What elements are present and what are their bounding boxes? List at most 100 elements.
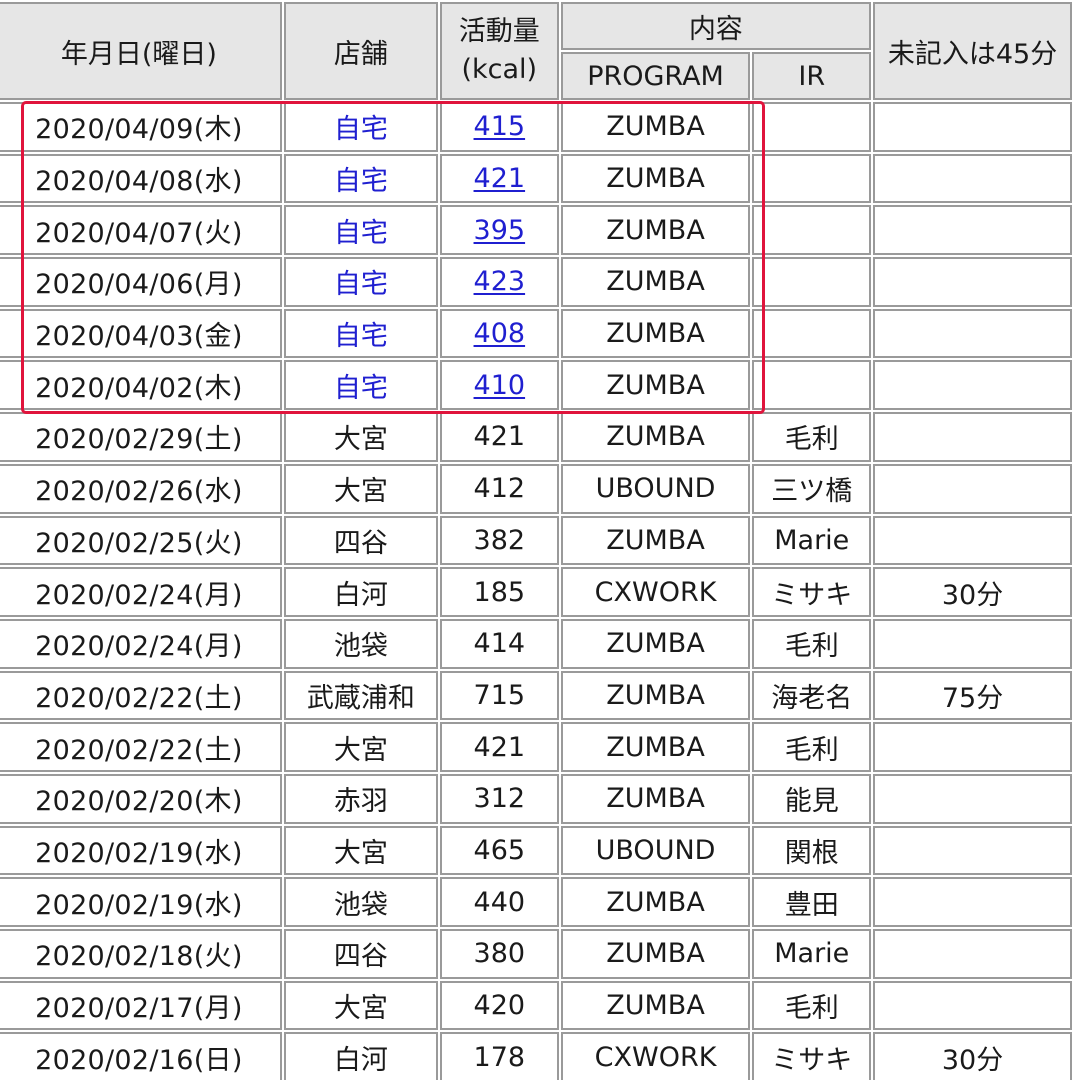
store-cell: 自宅	[283, 308, 439, 359]
date-cell: 2020/04/03(金)	[0, 308, 282, 359]
table-row: 2020/04/07(火) 自宅 395 ZUMBA	[0, 205, 1072, 256]
store-cell: 大宮	[283, 412, 439, 462]
store-cell: 白河	[283, 1032, 439, 1080]
table-row: 2020/04/02(木) 自宅 410 ZUMBA	[0, 360, 1072, 411]
date-cell: 2020/04/09(木)	[0, 102, 282, 152]
note-cell	[873, 929, 1072, 979]
date-cell: 2020/02/20(木)	[0, 773, 282, 824]
store-cell: 四谷	[283, 515, 439, 566]
table-row: 2020/02/24(月) 池袋 414 ZUMBA 毛利	[0, 618, 1072, 669]
header-kcal-unit: (kcal)	[461, 54, 538, 85]
instructor-cell: Marie	[752, 929, 872, 979]
instructor-cell: 毛利	[752, 618, 872, 669]
note-cell: 75分	[873, 670, 1072, 721]
kcal-link[interactable]: 421	[474, 163, 526, 194]
store-cell: 自宅	[283, 102, 439, 152]
program-cell: ZUMBA	[560, 722, 751, 772]
table-row: 2020/02/22(土) 大宮 421 ZUMBA 毛利	[0, 722, 1072, 772]
kcal-cell: 395	[440, 205, 559, 256]
kcal-cell: 414	[440, 618, 559, 669]
store-cell: 白河	[283, 567, 439, 617]
program-cell: ZUMBA	[560, 153, 751, 204]
program-cell: ZUMBA	[560, 670, 751, 721]
table-row: 2020/04/06(月) 自宅 423 ZUMBA	[0, 257, 1072, 307]
store-cell: 大宮	[283, 722, 439, 772]
kcal-cell: 421	[440, 412, 559, 462]
kcal-cell: 421	[440, 722, 559, 772]
header-ir: IR	[752, 52, 872, 100]
program-cell: CXWORK	[560, 567, 751, 617]
instructor-cell: 海老名	[752, 670, 872, 721]
kcal-cell: 420	[440, 980, 559, 1031]
program-cell: UBOUND	[560, 825, 751, 876]
kcal-link[interactable]: 395	[474, 215, 526, 246]
kcal-cell: 408	[440, 308, 559, 359]
note-cell	[873, 360, 1072, 411]
note-cell	[873, 877, 1072, 927]
instructor-cell	[752, 205, 872, 256]
header-kcal: 活動量 (kcal)	[440, 2, 559, 100]
note-cell: 30分	[873, 1032, 1072, 1080]
kcal-link[interactable]: 415	[474, 111, 526, 142]
date-cell: 2020/02/16(日)	[0, 1032, 282, 1080]
program-cell: ZUMBA	[560, 980, 751, 1031]
table-row: 2020/04/08(水) 自宅 421 ZUMBA	[0, 153, 1072, 204]
note-cell: 30分	[873, 567, 1072, 617]
program-cell: ZUMBA	[560, 257, 751, 307]
kcal-link[interactable]: 410	[474, 370, 526, 401]
instructor-cell	[752, 257, 872, 307]
program-cell: ZUMBA	[560, 412, 751, 462]
kcal-cell: 382	[440, 515, 559, 566]
kcal-cell: 412	[440, 463, 559, 514]
note-cell	[873, 825, 1072, 876]
header-kcal-title: 活動量	[458, 16, 540, 47]
kcal-cell: 415	[440, 102, 559, 152]
instructor-cell	[752, 360, 872, 411]
note-cell	[873, 463, 1072, 514]
date-cell: 2020/02/25(火)	[0, 515, 282, 566]
program-cell: ZUMBA	[560, 929, 751, 979]
note-cell	[873, 980, 1072, 1031]
table-row: 2020/02/22(土) 武蔵浦和 715 ZUMBA 海老名 75分	[0, 670, 1072, 721]
note-cell	[873, 102, 1072, 152]
date-cell: 2020/04/06(月)	[0, 257, 282, 307]
program-cell: ZUMBA	[560, 773, 751, 824]
header-store: 店舗	[283, 2, 439, 100]
date-cell: 2020/02/26(水)	[0, 463, 282, 514]
kcal-cell: 312	[440, 773, 559, 824]
store-cell: 自宅	[283, 205, 439, 256]
program-cell: ZUMBA	[560, 618, 751, 669]
instructor-cell	[752, 308, 872, 359]
instructor-cell: 能見	[752, 773, 872, 824]
instructor-cell: 毛利	[752, 980, 872, 1031]
kcal-cell: 380	[440, 929, 559, 979]
instructor-cell	[752, 153, 872, 204]
program-cell: ZUMBA	[560, 102, 751, 152]
store-cell: 自宅	[283, 360, 439, 411]
program-cell: UBOUND	[560, 463, 751, 514]
table-row: 2020/02/20(木) 赤羽 312 ZUMBA 能見	[0, 773, 1072, 824]
kcal-cell: 178	[440, 1032, 559, 1080]
note-cell	[873, 722, 1072, 772]
note-cell	[873, 515, 1072, 566]
table-row: 2020/04/09(木) 自宅 415 ZUMBA	[0, 102, 1072, 152]
header-row: 年月日(曜日) 店舗 活動量 (kcal) 内容 未記入は45分	[0, 2, 1072, 100]
kcal-cell: 465	[440, 825, 559, 876]
table-row: 2020/02/18(火) 四谷 380 ZUMBA Marie	[0, 929, 1072, 979]
table-row: 2020/02/25(火) 四谷 382 ZUMBA Marie	[0, 515, 1072, 566]
kcal-link[interactable]: 408	[474, 318, 526, 349]
table-row: 2020/02/19(水) 大宮 465 UBOUND 関根	[0, 825, 1072, 876]
kcal-cell: 410	[440, 360, 559, 411]
table-row: 2020/02/17(月) 大宮 420 ZUMBA 毛利	[0, 980, 1072, 1031]
instructor-cell: ミサキ	[752, 567, 872, 617]
program-cell: ZUMBA	[560, 308, 751, 359]
date-cell: 2020/02/22(土)	[0, 670, 282, 721]
table-body: 2020/04/09(木) 自宅 415 ZUMBA 2020/04/08(水) 自宅 42…	[0, 102, 1072, 1080]
kcal-cell: 423	[440, 257, 559, 307]
date-cell: 2020/04/02(木)	[0, 360, 282, 411]
date-cell: 2020/02/29(土)	[0, 412, 282, 462]
header-program: PROGRAM	[560, 52, 751, 100]
note-cell	[873, 773, 1072, 824]
kcal-link[interactable]: 423	[474, 266, 526, 297]
store-cell: 池袋	[283, 618, 439, 669]
